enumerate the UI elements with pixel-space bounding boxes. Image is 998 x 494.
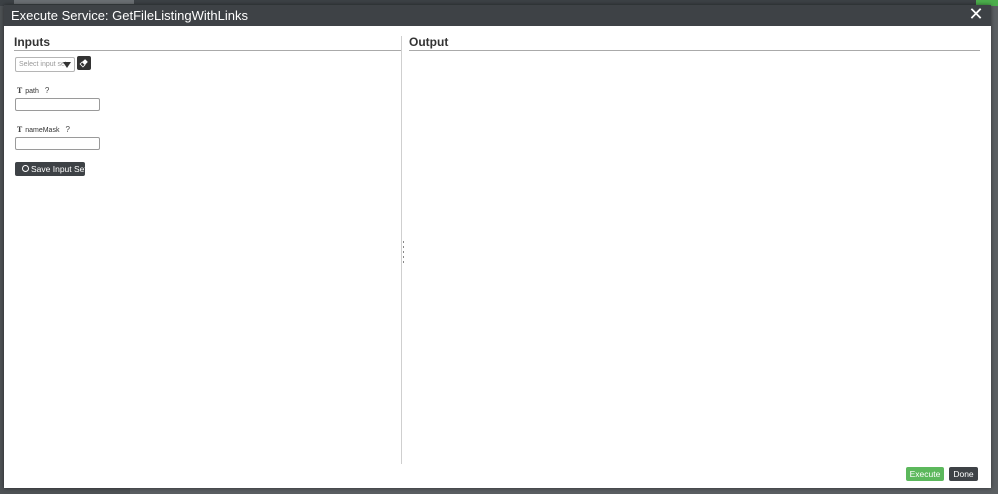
path-label: path (25, 88, 39, 95)
clear-inputs-button[interactable] (77, 56, 91, 70)
namemask-label: nameMask (25, 127, 60, 134)
output-divider (409, 50, 980, 51)
help-icon[interactable]: ? (65, 125, 69, 134)
done-button[interactable]: Done (949, 467, 978, 481)
namemask-input[interactable] (15, 137, 100, 150)
input-set-placeholder: Select input set (19, 61, 67, 68)
circle-icon (22, 165, 29, 172)
chevron-down-icon (63, 62, 71, 68)
inputs-title: Inputs (14, 35, 50, 49)
path-input[interactable] (15, 98, 100, 111)
inputs-pane: Inputs Select input set Tpath? TnameMask… (14, 35, 401, 176)
text-type-icon: T (17, 125, 23, 134)
inputs-divider (14, 50, 401, 51)
output-title: Output (409, 35, 449, 49)
save-input-set-label: Save Input Set (31, 164, 87, 174)
background-tab (14, 0, 134, 4)
execute-service-dialog: Execute Service: GetFileListingWithLinks… (4, 5, 991, 488)
dialog-header: Execute Service: GetFileListingWithLinks… (4, 5, 991, 26)
execute-button[interactable]: Execute (906, 467, 944, 481)
dialog-title: Execute Service: GetFileListingWithLinks (11, 8, 248, 23)
input-set-select[interactable]: Select input set (15, 57, 75, 72)
help-icon[interactable]: ? (45, 86, 49, 95)
save-input-set-button[interactable]: Save Input Set (15, 162, 87, 176)
text-type-icon: T (17, 86, 23, 95)
output-pane: Output (409, 35, 980, 51)
namemask-field-label: TnameMask? (17, 125, 70, 135)
close-icon[interactable]: ✕ (967, 6, 985, 24)
path-field-label: Tpath? (17, 86, 49, 96)
eraser-icon (79, 59, 88, 68)
splitter-grip-icon[interactable] (402, 241, 405, 263)
